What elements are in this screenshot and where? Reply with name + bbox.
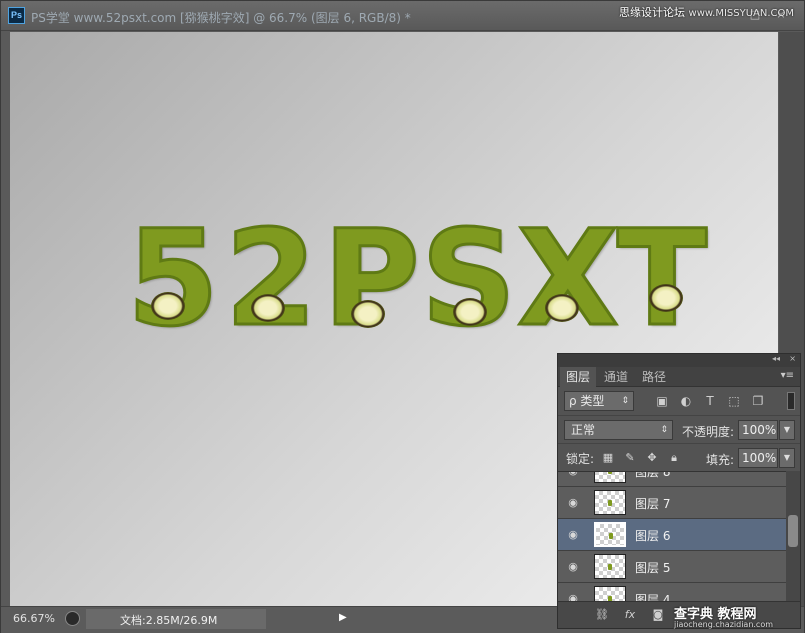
- panel-header[interactable]: ◂◂ ×: [558, 354, 800, 367]
- filter-type-select[interactable]: ρ 类型 ⇕: [564, 391, 634, 411]
- layer-list-scrollbar[interactable]: [786, 471, 800, 601]
- lock-label: 锁定:: [566, 452, 595, 466]
- eye-icon[interactable]: ◉: [566, 528, 580, 542]
- layer-name: 图层 5: [635, 561, 671, 575]
- opacity-input[interactable]: 100%: [738, 420, 778, 440]
- layer-name: 图层 8: [635, 471, 671, 479]
- document-title: PS学堂 www.52psxt.com [猕猴桃字效] @ 66.7% (图层 …: [31, 11, 411, 25]
- watermark-name: 思缘设计论坛: [619, 6, 686, 19]
- kiwi-seed-core: [251, 294, 285, 322]
- lock-all-icon[interactable]: 🔒︎: [667, 451, 681, 465]
- photoshop-logo-icon: Ps: [8, 7, 25, 24]
- layer-row[interactable]: ◉ 图层 5: [558, 551, 786, 583]
- image-filter-icon[interactable]: ▣: [654, 394, 670, 408]
- lock-image-pixels-icon[interactable]: ✎: [623, 451, 637, 465]
- kiwi-seed-core: [545, 294, 579, 322]
- kiwi-seed-core: [351, 300, 385, 328]
- fill-label: 填充:: [706, 453, 735, 467]
- kiwi-seed-core: [453, 298, 487, 326]
- tab-layers[interactable]: 图层: [560, 367, 597, 387]
- layer-row[interactable]: ◉ 图层 4: [558, 583, 786, 601]
- chevron-updown-icon: ⇕: [621, 396, 629, 406]
- filter-type-label: ρ 类型: [569, 394, 605, 408]
- eye-icon[interactable]: ◉: [566, 496, 580, 510]
- eye-icon[interactable]: ◉: [566, 472, 580, 478]
- layer-row[interactable]: ◉ 图层 7: [558, 487, 786, 519]
- kiwi-letter-5: 5: [126, 202, 221, 356]
- fill-dropdown-icon[interactable]: ▼: [779, 448, 795, 468]
- smart-object-filter-icon[interactable]: ❐: [750, 394, 766, 408]
- tab-paths[interactable]: 路径: [636, 367, 672, 387]
- blend-mode-select[interactable]: 正常 ⇕: [564, 420, 673, 440]
- watermark-site: jiaocheng.chazidian.com: [674, 620, 774, 629]
- kiwi-seed-core: [151, 292, 185, 320]
- zoom-level[interactable]: 66.67%: [13, 612, 55, 625]
- watermark-chazidian: 查字典 教程网 jiaocheng.chazidian.com: [674, 603, 773, 629]
- kiwi-letter-2: 2: [224, 202, 319, 356]
- kiwi-text-effect: 5 2 P S X T: [126, 202, 722, 356]
- blend-row: 正常 ⇕ 不透明度: 100% ▼: [558, 415, 800, 443]
- kiwi-seed-core: [649, 284, 683, 312]
- adjustment-filter-icon[interactable]: ◐: [678, 394, 694, 408]
- fill-input[interactable]: 100%: [738, 448, 778, 468]
- shape-filter-icon[interactable]: ⬚: [726, 394, 742, 408]
- layer-thumbnail: [594, 472, 626, 483]
- link-layers-icon[interactable]: ⛓: [594, 607, 610, 623]
- layer-filter-row: ρ 类型 ⇕ ▣ ◐ T ⬚ ❐: [558, 387, 800, 415]
- scrollbar-thumb[interactable]: [788, 515, 798, 547]
- kiwi-letter-x: X: [516, 202, 621, 356]
- layers-panel-footer: ⛓ fx ◙ 查字典 教程网 jiaocheng.chazidian.com: [558, 601, 800, 629]
- chevron-updown-icon: ⇕: [660, 425, 668, 435]
- eye-icon[interactable]: ◉: [566, 560, 580, 574]
- lock-row: 锁定: ▦ ✎ ✥ 🔒︎ 填充: 100% ▼: [558, 443, 800, 471]
- eye-icon[interactable]: ◉: [566, 592, 580, 601]
- blend-mode-value: 正常: [571, 423, 596, 437]
- fx-icon[interactable]: fx: [622, 607, 638, 623]
- collapse-icon[interactable]: ◂◂: [772, 354, 780, 363]
- layer-thumbnail: [594, 586, 626, 601]
- layer-thumbnail: [594, 490, 626, 515]
- layer-name: 图层 4: [635, 593, 671, 601]
- status-menu-arrow-icon[interactable]: ▶: [339, 612, 347, 623]
- close-panel-icon[interactable]: ×: [789, 354, 796, 363]
- layer-thumbnail: [594, 522, 626, 547]
- layer-row[interactable]: ◉ 图层 8: [558, 471, 786, 487]
- watermark-missyuan: 思缘设计论坛 www.MISSYUAN.COM: [619, 4, 794, 20]
- add-mask-icon[interactable]: ◙: [650, 607, 666, 623]
- document-info[interactable]: 文档:2.85M/26.9M ▶: [86, 609, 347, 629]
- tab-channels[interactable]: 通道: [598, 367, 634, 387]
- panel-menu-icon[interactable]: ▾≡: [781, 370, 794, 381]
- layer-list: ◉ 图层 8 ◉ 图层 7 ◉ 图层 6 ◉ 图层 5 ◉: [558, 471, 786, 601]
- layer-name: 图层 7: [635, 497, 671, 511]
- type-filter-icon[interactable]: T: [702, 394, 718, 408]
- watermark-site: www.MISSYUAN.COM: [688, 8, 794, 19]
- document-title-bar[interactable]: Ps PS学堂 www.52psxt.com [猕猴桃字效] @ 66.7% (…: [1, 1, 804, 31]
- document-size: 文档:2.85M/26.9M: [120, 614, 218, 627]
- layer-name: 图层 6: [635, 529, 671, 543]
- lock-position-icon[interactable]: ✥: [645, 451, 659, 465]
- layer-row-selected[interactable]: ◉ 图层 6: [558, 519, 786, 551]
- photoshop-window: Ps PS学堂 www.52psxt.com [猕猴桃字效] @ 66.7% (…: [0, 0, 805, 633]
- lock-transparent-pixels-icon[interactable]: ▦: [601, 451, 615, 465]
- layer-thumbnail: [594, 554, 626, 579]
- layers-panel: ◂◂ × 图层 通道 路径 ▾≡ ρ 类型 ⇕ ▣ ◐ T ⬚ ❐ 正常 ⇕ 不…: [557, 353, 801, 629]
- filter-toggle-switch[interactable]: [787, 392, 795, 410]
- opacity-dropdown-icon[interactable]: ▼: [779, 420, 795, 440]
- kiwi-letter-t: T: [615, 202, 708, 356]
- panel-tabs: 图层 通道 路径 ▾≡: [558, 367, 800, 387]
- opacity-label: 不透明度:: [682, 425, 735, 439]
- status-info-icon[interactable]: [65, 611, 80, 626]
